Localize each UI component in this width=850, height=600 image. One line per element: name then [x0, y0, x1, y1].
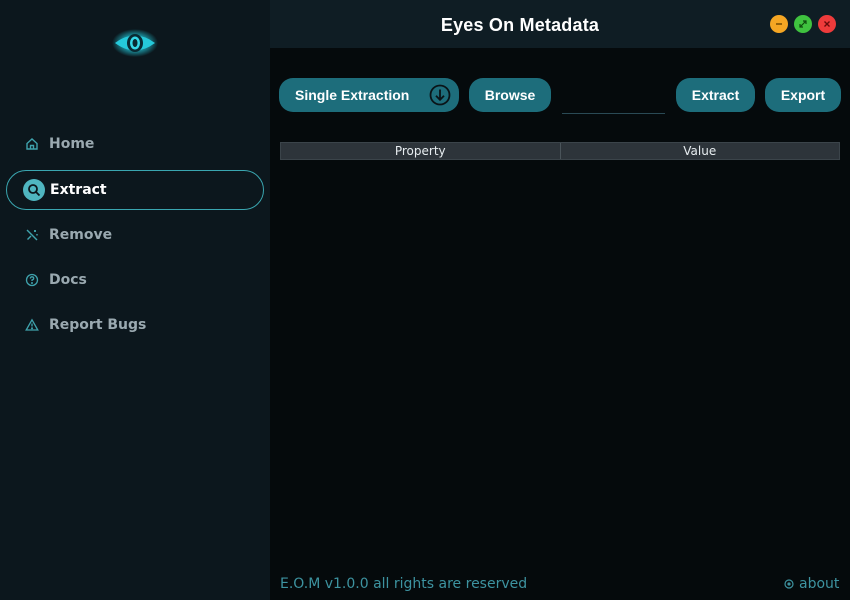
maximize-icon — [799, 20, 807, 28]
metadata-table-header: Property Value — [280, 142, 840, 160]
sidebar-item-label: Home — [49, 136, 95, 152]
column-header-value[interactable]: Value — [559, 143, 840, 159]
file-path-input[interactable] — [562, 82, 665, 114]
metadata-table-body[interactable] — [280, 160, 840, 560]
eye-logo-icon — [112, 26, 158, 60]
sidebar-item-label: Report Bugs — [49, 317, 147, 333]
home-icon — [21, 133, 43, 155]
sidebar-item-docs[interactable]: Docs — [6, 260, 264, 300]
sidebar-item-label: Docs — [49, 272, 87, 288]
browse-button[interactable]: Browse — [469, 78, 551, 112]
about-link[interactable]: about — [784, 576, 839, 592]
active-indicator — [23, 179, 45, 201]
sidebar-item-label: Remove — [49, 227, 113, 243]
title-bar: Eyes On Metadata — [270, 0, 850, 48]
extract-button[interactable]: Extract — [676, 78, 755, 112]
sidebar-item-remove[interactable]: Remove — [6, 215, 264, 255]
warning-triangle-icon — [21, 314, 43, 336]
sidebar-item-home[interactable]: Home — [6, 124, 264, 164]
extraction-mode-label: Single Extraction — [295, 87, 410, 103]
search-icon — [23, 179, 45, 201]
version-text: E.O.M v1.0.0 all rights are reserved — [280, 576, 528, 592]
column-header-property[interactable]: Property — [281, 143, 560, 159]
extraction-mode-dropdown[interactable]: Single Extraction — [279, 78, 459, 112]
close-button[interactable] — [818, 15, 836, 33]
app-title: Eyes On Metadata — [440, 15, 600, 35]
help-circle-icon — [21, 269, 43, 291]
close-icon — [824, 21, 830, 27]
app-window: Home Extract Remove Docs Report Bugs Eye… — [0, 0, 850, 600]
minimize-button[interactable] — [770, 15, 788, 33]
chevron-down-circle-icon — [429, 84, 451, 109]
maximize-button[interactable] — [794, 15, 812, 33]
sidebar-item-label: Extract — [50, 182, 107, 198]
export-button[interactable]: Export — [765, 78, 841, 112]
about-label: about — [799, 576, 840, 592]
sidebar-item-extract[interactable]: Extract — [6, 170, 264, 210]
info-circle-icon — [784, 579, 794, 589]
minimize-icon — [776, 23, 782, 25]
sidebar: Home Extract Remove Docs Report Bugs — [0, 0, 270, 600]
magic-wand-off-icon — [21, 224, 43, 246]
sidebar-item-report-bugs[interactable]: Report Bugs — [6, 305, 264, 345]
